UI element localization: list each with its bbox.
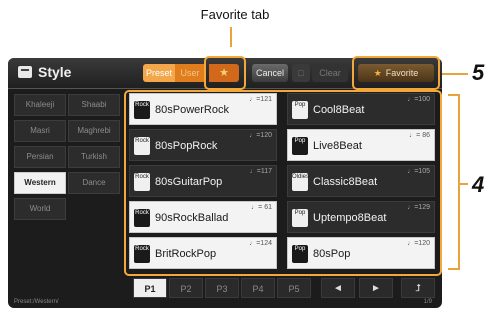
page-indicator: 1/9 bbox=[423, 299, 432, 305]
favorite-button-label: Favorite bbox=[385, 68, 419, 78]
oldies-icon: Oldies bbox=[292, 173, 309, 191]
style-tempo: ♩=129 bbox=[407, 204, 430, 211]
callout-4: 4 bbox=[472, 172, 485, 197]
genre-turkish[interactable]: Turkish bbox=[68, 146, 120, 168]
current-path: Preset:/Western/ bbox=[14, 299, 59, 305]
tab-page-4[interactable]: P4 bbox=[241, 278, 275, 298]
style-tempo: ♩=120 bbox=[407, 240, 430, 247]
tab-user[interactable]: User bbox=[175, 64, 205, 82]
style-item[interactable]: Pop 80sPop ♩=120 bbox=[287, 237, 435, 269]
up-folder-icon[interactable]: ⮥ bbox=[401, 278, 435, 298]
style-name: 90sRockBallad bbox=[155, 212, 229, 224]
style-name: Uptempo8Beat bbox=[313, 212, 387, 224]
style-name: 80sPopRock bbox=[155, 140, 218, 152]
genre-shaabi[interactable]: Shaabi bbox=[68, 94, 120, 116]
genre-world[interactable]: World bbox=[14, 198, 66, 220]
callout-4-bracket-top bbox=[448, 94, 460, 96]
tab-preset[interactable]: Preset bbox=[143, 64, 175, 82]
genre-maghrebi[interactable]: Maghrebi bbox=[68, 120, 120, 142]
rock-icon: Rock bbox=[134, 173, 150, 191]
style-tempo: ♩=120 bbox=[249, 132, 272, 139]
style-tempo: ♩=124 bbox=[249, 240, 272, 247]
pop-icon: Pop bbox=[292, 209, 308, 227]
favorite-tab-leader bbox=[230, 27, 232, 47]
rock-icon: Rock bbox=[134, 101, 150, 119]
genre-western[interactable]: Western bbox=[14, 172, 66, 194]
callout-4-bracket bbox=[458, 94, 460, 270]
title-bar: Style Preset User ★ Cancel □ Clear ★ Favo… bbox=[8, 58, 442, 89]
rock-icon: Rock bbox=[134, 245, 150, 263]
tab-page-1[interactable]: P1 bbox=[133, 278, 167, 298]
style-icon bbox=[18, 66, 32, 78]
callout-5: 5 bbox=[472, 60, 485, 85]
style-name: 80sPop bbox=[313, 248, 351, 260]
prev-arrow-icon[interactable]: ◄ bbox=[321, 278, 355, 298]
copy-icon[interactable]: □ bbox=[292, 64, 310, 82]
genre-masri[interactable]: Masri bbox=[14, 120, 66, 142]
style-tempo: ♩=105 bbox=[407, 168, 430, 175]
page-title: Style bbox=[38, 64, 72, 80]
callout-4-leader bbox=[458, 183, 468, 185]
style-item[interactable]: Oldies Classic8Beat ♩=105 bbox=[287, 165, 435, 197]
style-item[interactable]: Rock BritRockPop ♩=124 bbox=[129, 237, 277, 269]
style-item[interactable]: Pop Live8Beat ♩= 86 bbox=[287, 129, 435, 161]
style-name: Classic8Beat bbox=[313, 176, 378, 188]
clear-button[interactable]: Clear bbox=[312, 64, 348, 82]
tab-page-3[interactable]: P3 bbox=[205, 278, 239, 298]
style-tempo: ♩=121 bbox=[249, 96, 272, 103]
style-name: 80sPowerRock bbox=[155, 104, 229, 116]
rock-icon: Rock bbox=[134, 137, 150, 155]
star-icon: ★ bbox=[373, 68, 382, 78]
style-name: 80sGuitarPop bbox=[155, 176, 223, 188]
style-name: Cool8Beat bbox=[313, 104, 365, 116]
style-list: Rock 80sPowerRock ♩=121 Pop Cool8Beat ♩=… bbox=[129, 93, 437, 273]
pop-icon: Pop bbox=[292, 137, 308, 155]
style-item[interactable]: Pop Uptempo8Beat ♩=129 bbox=[287, 201, 435, 233]
genre-khaleeji[interactable]: Khaleeji bbox=[14, 94, 66, 116]
callout-5-leader bbox=[438, 73, 468, 75]
next-arrow-icon[interactable]: ► bbox=[359, 278, 393, 298]
page-tabs: P1 P2 P3 P4 P5 ◄ ► ⮥ bbox=[133, 278, 439, 298]
status-bar: Preset:/Western/ 1/9 bbox=[8, 299, 442, 308]
style-tempo: ♩=100 bbox=[407, 96, 430, 103]
favorite-tab-callout: Favorite tab bbox=[200, 7, 270, 22]
callout-4-bracket-bottom bbox=[448, 268, 460, 270]
genre-persian[interactable]: Persian bbox=[14, 146, 66, 168]
rock-icon: Rock bbox=[134, 209, 150, 227]
style-item[interactable]: Pop Cool8Beat ♩=100 bbox=[287, 93, 435, 125]
pop-icon: Pop bbox=[292, 101, 308, 119]
style-name: BritRockPop bbox=[155, 248, 217, 260]
pop-icon: Pop bbox=[292, 245, 308, 263]
cancel-button[interactable]: Cancel bbox=[252, 64, 288, 82]
style-tempo: ♩= 61 bbox=[251, 204, 272, 211]
genre-dance[interactable]: Dance bbox=[68, 172, 120, 194]
style-selection-screen: Style Preset User ★ Cancel □ Clear ★ Favo… bbox=[8, 58, 442, 308]
style-tempo: ♩= 86 bbox=[409, 132, 430, 139]
style-item[interactable]: Rock 80sPowerRock ♩=121 bbox=[129, 93, 277, 125]
style-tempo: ♩=117 bbox=[249, 168, 272, 175]
style-item[interactable]: Rock 80sPopRock ♩=120 bbox=[129, 129, 277, 161]
tab-favorite[interactable]: ★ bbox=[209, 64, 239, 82]
favorite-button[interactable]: ★ Favorite bbox=[358, 64, 434, 82]
tab-page-2[interactable]: P2 bbox=[169, 278, 203, 298]
style-item[interactable]: Rock 80sGuitarPop ♩=117 bbox=[129, 165, 277, 197]
tab-page-5[interactable]: P5 bbox=[277, 278, 311, 298]
style-item[interactable]: Rock 90sRockBallad ♩= 61 bbox=[129, 201, 277, 233]
style-name: Live8Beat bbox=[313, 140, 362, 152]
